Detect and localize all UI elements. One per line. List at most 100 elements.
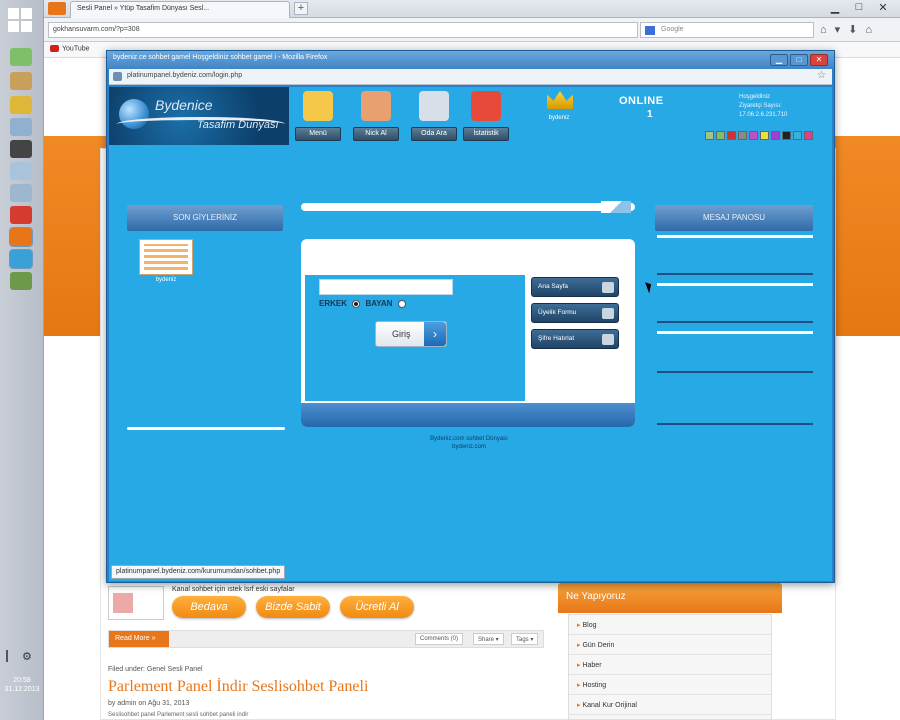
login-form: ERKEK BAYAN Giriş › (305, 275, 525, 401)
theme-swatch[interactable] (727, 131, 736, 140)
browser-tab[interactable]: Sesli Panel » Ytüp Tasafim Dünyası Sesl.… (70, 1, 290, 18)
tags-button[interactable]: Tags ▾ (511, 633, 539, 645)
windows-start-button[interactable] (8, 8, 34, 34)
gender-male-label: ERKEK (319, 299, 348, 308)
nav-oda-label: Oda Ara (411, 127, 457, 141)
home-button[interactable]: Ana Sayfa (531, 277, 619, 297)
footer-link[interactable]: bydeniz.com (369, 443, 569, 451)
browser-window: Sesli Panel » Ytüp Tasafim Dünyası Sesl.… (44, 0, 900, 720)
theme-swatch[interactable] (738, 131, 747, 140)
flag-icon[interactable] (6, 650, 16, 662)
popup-minimize-icon[interactable]: ▁ (770, 54, 788, 66)
gender-female-label: BAYAN (365, 299, 393, 308)
widget-item[interactable]: Haber (569, 655, 771, 675)
tools-icon[interactable] (10, 96, 32, 114)
widget-title: Ne Yapıyoruz (558, 583, 782, 613)
footer-line: Bydeniz.com sohbet Dünyası (430, 436, 508, 442)
site-logo[interactable]: Bydenice Tasafim Dunyası (109, 87, 289, 145)
register-icon (602, 308, 614, 319)
message-divider (657, 331, 813, 334)
browser-taskbar-icon[interactable] (9, 249, 33, 269)
info-line: 17.06.2.6.231.710 (739, 112, 788, 118)
document-icon[interactable] (10, 162, 32, 180)
logo-name: Bydenice (155, 97, 213, 113)
firefox-menu-button[interactable] (48, 2, 66, 15)
popup-maximize-icon[interactable]: □ (790, 54, 808, 66)
popup-window: bydeniz.ce sohbet gamel Hoşgeldiniz sohb… (106, 50, 835, 583)
popup-close-icon[interactable]: ✕ (810, 54, 828, 66)
clock-time: 20:58 (13, 677, 31, 684)
search-user-icon (419, 91, 449, 121)
pen-icon[interactable] (10, 140, 32, 158)
bookmark-youtube[interactable]: YouTube (62, 45, 90, 52)
message-divider (657, 321, 813, 323)
user-avatar[interactable] (139, 239, 193, 275)
computer-icon[interactable] (10, 184, 32, 202)
share-button[interactable]: Share ▾ (473, 633, 504, 645)
nav-nick-al[interactable]: Nick Al (353, 91, 399, 143)
widget-item[interactable]: Hosting (569, 675, 771, 695)
nickname-input[interactable] (319, 279, 453, 295)
bedava-button[interactable]: Bedava (172, 596, 246, 618)
chat-icon[interactable] (10, 272, 32, 290)
antivirus-icon[interactable] (10, 206, 32, 224)
password-reminder-button[interactable]: Şifre Hatırlat (531, 329, 619, 349)
info-text: Hoşgeldiniz Ziyaretçi Sayısı: 17.06.2.6.… (739, 93, 787, 120)
new-tab-button[interactable]: + (294, 2, 308, 15)
widget-item[interactable]: Kanal Kur Orijinal (569, 695, 771, 715)
post-toolbar: Read More » Comments (0) Share ▾ Tags ▾ (108, 630, 544, 648)
theme-swatch[interactable] (782, 131, 791, 140)
explorer-icon[interactable] (10, 48, 32, 66)
theme-swatch[interactable] (771, 131, 780, 140)
read-more-button[interactable]: Read More » (109, 631, 169, 647)
widget-item[interactable]: Gün Derin (569, 635, 771, 655)
gender-male-radio[interactable] (352, 299, 361, 308)
minimize-icon[interactable]: ▁ (824, 1, 846, 14)
register-button-label: Üyelik Formu (538, 309, 577, 316)
theme-swatch[interactable] (793, 131, 802, 140)
left-panel-bottom (127, 427, 285, 430)
post-meta: by admin on Ağu 31, 2013 (108, 700, 190, 707)
login-button[interactable]: Giriş › (375, 321, 447, 347)
theme-swatch[interactable] (716, 131, 725, 140)
post-title[interactable]: Parlement Panel İndir Seslisohbet Paneli (108, 678, 368, 696)
navigation-bar: gokhansuvarm.com/?p=308 Google ⌂▾⬇⌂ (44, 18, 900, 42)
taskbar-clock[interactable]: 20:58 31.12.2013 (2, 676, 42, 694)
nav-oda-ara[interactable]: Oda Ara (411, 91, 457, 143)
ucretli-al-button[interactable]: Ücretli Al (340, 596, 414, 618)
search-input[interactable]: Google (640, 22, 814, 38)
popup-address-bar[interactable]: platinumpanel.bydeniz.com/login.php ☆ (109, 69, 832, 85)
youtube-icon (50, 45, 59, 52)
bizde-sabit-button[interactable]: Bizde Sabit (256, 596, 330, 618)
pie-chart-icon (471, 91, 501, 121)
mouse-cursor (645, 280, 654, 294)
add-user-icon (361, 91, 391, 121)
nav-istatistik[interactable]: İstatistik (463, 91, 509, 143)
gender-female-radio[interactable] (397, 299, 406, 308)
close-icon[interactable]: ✕ (872, 1, 894, 14)
toolbar-icons[interactable]: ⌂▾⬇⌂ (820, 23, 880, 36)
app-icon[interactable] (10, 118, 32, 136)
folder-icon[interactable] (10, 72, 32, 90)
register-button[interactable]: Üyelik Formu (531, 303, 619, 323)
post-thumbnail[interactable] (108, 586, 164, 620)
comments-link[interactable]: Comments (0) (415, 633, 464, 645)
user-avatar-name[interactable]: bydeniz (139, 277, 193, 283)
theme-swatch[interactable] (749, 131, 758, 140)
theme-swatch[interactable] (760, 131, 769, 140)
firefox-taskbar-icon[interactable] (9, 227, 33, 247)
widget-item[interactable]: Blog (569, 615, 771, 635)
network-icon[interactable]: ⚙ (22, 650, 34, 663)
widget-list: Blog Gün Derin Haber Hosting Kanal Kur O… (568, 614, 772, 720)
theme-swatch[interactable] (705, 131, 714, 140)
theme-swatches (705, 131, 815, 143)
popup-titlebar[interactable]: bydeniz.ce sohbet gamel Hoşgeldiniz sohb… (107, 51, 834, 69)
nav-menu[interactable]: Menü (295, 91, 341, 143)
nav-menu-label: Menü (295, 127, 341, 141)
crown-username[interactable]: bydeniz (529, 115, 589, 121)
theme-swatch[interactable] (804, 131, 813, 140)
post-excerpt: Seslisohbet panel Parlement sesli sohbet… (108, 712, 249, 718)
address-bar[interactable]: gokhansuvarm.com/?p=308 (48, 22, 638, 38)
bookmark-star-icon[interactable]: ☆ (817, 70, 826, 81)
maximize-icon[interactable]: □ (848, 1, 870, 13)
